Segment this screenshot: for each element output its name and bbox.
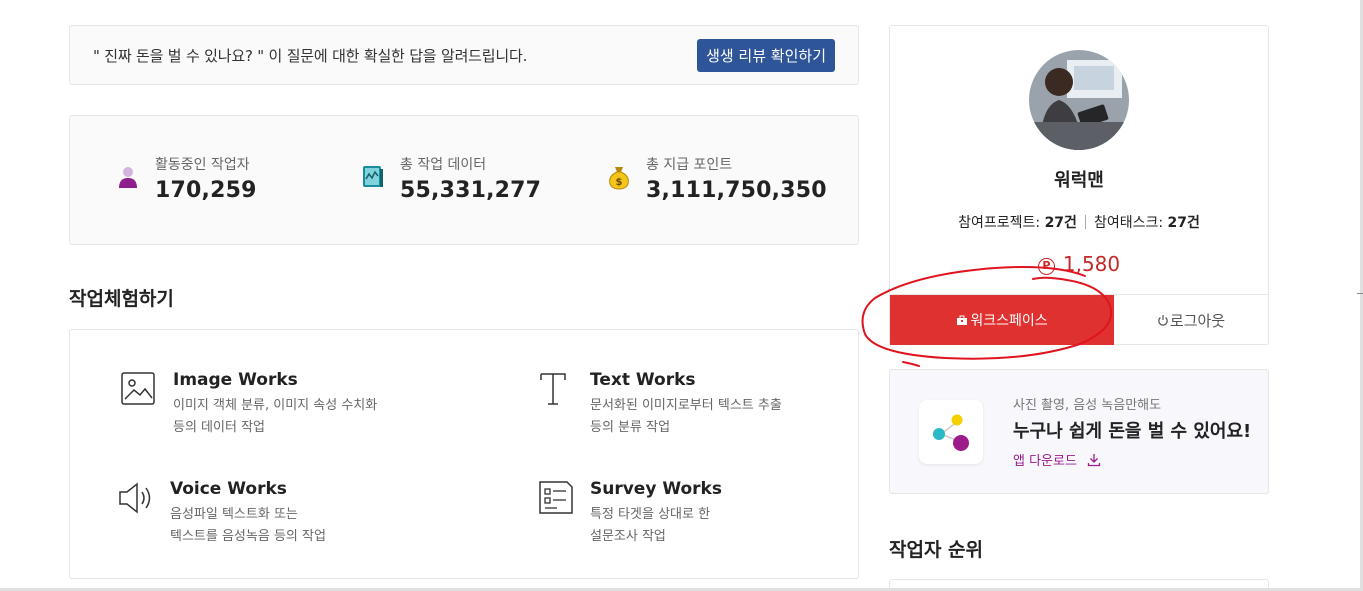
review-button[interactable]: 생생 리뷰 확인하기 <box>697 38 835 72</box>
app-subtitle: 사진 촬영, 음성 녹음만해도 <box>1013 398 1162 413</box>
app-promo: 사진 촬영, 음성 녹음만해도 누구나 쉽게 돈을 벌 수 있어요! 앱 다운로… <box>889 369 1269 494</box>
work-desc-line: 문서화된 이미지로부터 텍스트 추출 <box>590 398 782 413</box>
work-desc-line: 음성파일 텍스트화 또는 <box>170 507 298 522</box>
project-label: 참여프로젝트: <box>958 215 1045 231</box>
banner-text: " 진짜 돈을 벌 수 있나요? " 이 질문에 대한 확실한 답을 알려드립니… <box>93 46 528 65</box>
work-item-text[interactable]: Text Works 문서화된 이미지로부터 텍스트 추출 등의 분류 작업 <box>537 370 782 439</box>
stat-value: 170,259 <box>155 178 257 203</box>
image-icon <box>121 372 155 405</box>
scrollbar-marker <box>1357 293 1363 294</box>
stat-active-workers: 활동중인 작업자 170,259 <box>115 154 257 203</box>
participation-counts: 참여프로젝트: 27건 참여태스크: 27건 <box>890 212 1268 232</box>
work-desc-line: 특정 타겟을 상대로 한 <box>590 507 711 522</box>
stat-value: 3,111,750,350 <box>646 178 827 203</box>
work-desc-line: 등의 분류 작업 <box>590 420 671 435</box>
stats-panel: 활동중인 작업자 170,259 총 작업 데이터 55,331,277 $ 총… <box>69 115 859 245</box>
user-icon <box>119 167 137 188</box>
work-desc-line: 이미지 객체 분류, 이미지 속성 수치화 <box>173 398 378 413</box>
notice-banner: " 진짜 돈을 벌 수 있나요? " 이 질문에 대한 확실한 답을 알려드립니… <box>69 25 859 85</box>
data-book-icon <box>363 166 383 187</box>
stat-label: 활동중인 작업자 <box>155 157 250 173</box>
works-panel: Image Works 이미지 객체 분류, 이미지 속성 수치화 등의 데이터… <box>69 329 859 579</box>
work-item-survey[interactable]: Survey Works 특정 타겟을 상대로 한 설문조사 작업 <box>537 479 722 548</box>
work-desc-line: 설문조사 작업 <box>590 529 666 544</box>
stat-label: 총 지급 포인트 <box>646 157 733 173</box>
money-bag-icon: $ <box>609 167 629 190</box>
section-title-ranking: 작업자 순위 <box>889 539 984 561</box>
logout-button[interactable]: 로그아웃 <box>1114 295 1268 345</box>
app-download-label: 앱 다운로드 <box>1013 454 1077 469</box>
work-desc-line: 텍스트를 음성녹음 등의 작업 <box>170 529 326 544</box>
survey-icon <box>539 481 573 514</box>
speaker-icon <box>119 482 151 514</box>
download-icon <box>1087 453 1101 466</box>
app-headline: 누구나 쉽게 돈을 벌 수 있어요! <box>1013 421 1252 442</box>
stat-value: 55,331,277 <box>400 178 542 203</box>
work-title: Survey Works <box>590 479 722 499</box>
work-title: Voice Works <box>170 479 287 499</box>
logout-label: 로그아웃 <box>1169 311 1226 330</box>
username: 워럭맨 <box>1054 170 1104 191</box>
task-label: 참여태스크: <box>1093 215 1168 231</box>
task-count: 27건 <box>1167 215 1200 231</box>
avatar <box>1029 50 1129 150</box>
project-count: 27건 <box>1044 215 1077 231</box>
stat-label: 총 작업 데이터 <box>400 157 487 173</box>
app-download-link[interactable]: 앱 다운로드 <box>1013 450 1101 469</box>
stat-total-points: $ 총 지급 포인트 3,111,750,350 <box>606 154 827 203</box>
work-title: Image Works <box>173 370 298 390</box>
work-desc-line: 등의 데이터 작업 <box>173 420 265 435</box>
app-logo <box>919 400 983 464</box>
stat-total-data: 총 작업 데이터 55,331,277 <box>360 154 541 203</box>
text-icon <box>540 373 566 405</box>
work-item-image[interactable]: Image Works 이미지 객체 분류, 이미지 속성 수치화 등의 데이터… <box>120 370 377 439</box>
annotation-circle <box>861 266 1113 367</box>
power-icon <box>1158 315 1168 326</box>
svg-text:$: $ <box>616 177 623 188</box>
work-title: Text Works <box>590 370 696 390</box>
work-item-voice[interactable]: Voice Works 음성파일 텍스트화 또는 텍스트를 음성녹음 등의 작업 <box>117 479 326 548</box>
section-title-experience: 작업체험하기 <box>69 288 174 310</box>
